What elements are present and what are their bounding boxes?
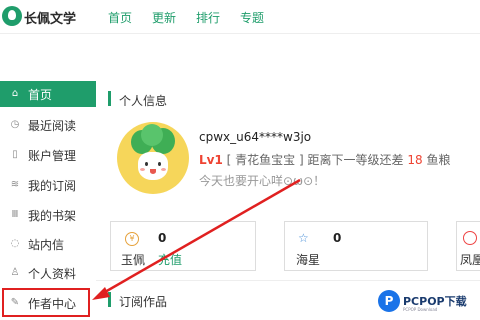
message-icon: ◌ [10,238,20,249]
logo-icon [2,6,22,26]
profile-section-title: 个人信息 [119,94,168,108]
level-title: [ 青花鱼宝宝 ] [226,153,304,167]
sidebar-item-label: 个人资料 [28,266,77,281]
phoenix-label: 凤凰 [460,253,480,267]
section-accent-bar [108,292,111,307]
pcpop-watermark: P PCPOP下载 PCPOP Download [378,290,478,316]
sidebar-item-bookshelf[interactable]: Ⅲ 我的书架 [0,202,96,228]
jade-label: 玉佩 [121,253,146,267]
cabbage-mouth [150,169,156,174]
phoenix-icon [463,231,477,245]
logo-text: 长佩文学 [24,12,77,27]
sidebar-item-label: 站内信 [28,237,65,252]
section-accent-bar [108,91,111,106]
starfish-label: 海星 [296,253,321,267]
nav-updates[interactable]: 更新 [152,9,176,26]
next-level-amount: 18 [407,153,423,167]
sidebar-item-recent-reading[interactable]: ◷ 最近阅读 [0,112,96,138]
cabbage-face [138,152,168,180]
cabbage-cheek [161,168,166,171]
account-icon: ▯ [12,149,18,160]
top-navigation-bar: 长佩文学 首页 更新 排行 专题 [0,0,480,34]
avatar[interactable] [117,122,189,194]
cabbage-eye [158,162,161,166]
user-icon: ♙ [10,267,20,278]
home-icon: ⌂ [11,88,19,99]
nav-home[interactable]: 首页 [108,9,132,26]
bookshelf-icon: Ⅲ [11,209,19,220]
clock-icon: ◷ [10,119,20,130]
cabbage-eye [145,162,148,166]
sidebar-item-messages[interactable]: ◌ 站内信 [0,231,96,257]
user-motto: 今天也要开心咩⊙ω⊙！ [199,174,326,188]
jade-coin-icon: ¥ [125,232,139,246]
rss-icon: ≋ [10,179,20,190]
nav-rankings[interactable]: 排行 [196,9,220,26]
sidebar-item-label: 首页 [28,87,53,102]
next-level-unit: 鱼粮 [426,153,451,167]
sidebar: ⌂ 首页 ◷ 最近阅读 ▯ 账户管理 ≋ 我的订阅 Ⅲ 我的书架 ◌ 站内信 ♙… [0,80,96,320]
sidebar-item-account[interactable]: ▯ 账户管理 [0,142,96,168]
sidebar-item-profile[interactable]: ♙ 个人资料 [0,260,96,286]
cabbage-leaf [141,124,163,146]
starfish-icon: ☆ [298,231,309,245]
level-info: Lv1 [ 青花鱼宝宝 ] 距离下一等级还差 18 鱼粮 [199,151,450,168]
watermark-subtext: PCPOP Download [403,307,438,312]
cabbage-cheek [140,168,145,171]
sidebar-item-subscriptions[interactable]: ≋ 我的订阅 [0,172,96,198]
recharge-link[interactable]: 充值 [158,251,182,268]
starfish-value: 0 [333,231,342,245]
next-level-text: 距离下一等级还差 [307,153,404,167]
username: cpwx_u64****w3jo [199,130,312,144]
subscriptions-section-title: 订阅作品 [119,295,168,309]
sidebar-item-label: 我的订阅 [28,178,77,193]
sidebar-item-label: 我的书架 [28,208,77,223]
author-center-highlight [2,288,90,317]
nav-topics[interactable]: 专题 [240,9,264,26]
jade-value: 0 [158,231,167,245]
pcpop-logo-icon: P [378,290,400,312]
site-logo[interactable]: 长佩文学 [0,4,76,28]
section-divider [96,280,480,281]
sidebar-item-label: 账户管理 [28,148,77,163]
sidebar-item-home[interactable]: ⌂ 首页 [0,81,96,107]
sidebar-item-label: 最近阅读 [28,118,77,133]
level-badge: Lv1 [199,153,223,167]
